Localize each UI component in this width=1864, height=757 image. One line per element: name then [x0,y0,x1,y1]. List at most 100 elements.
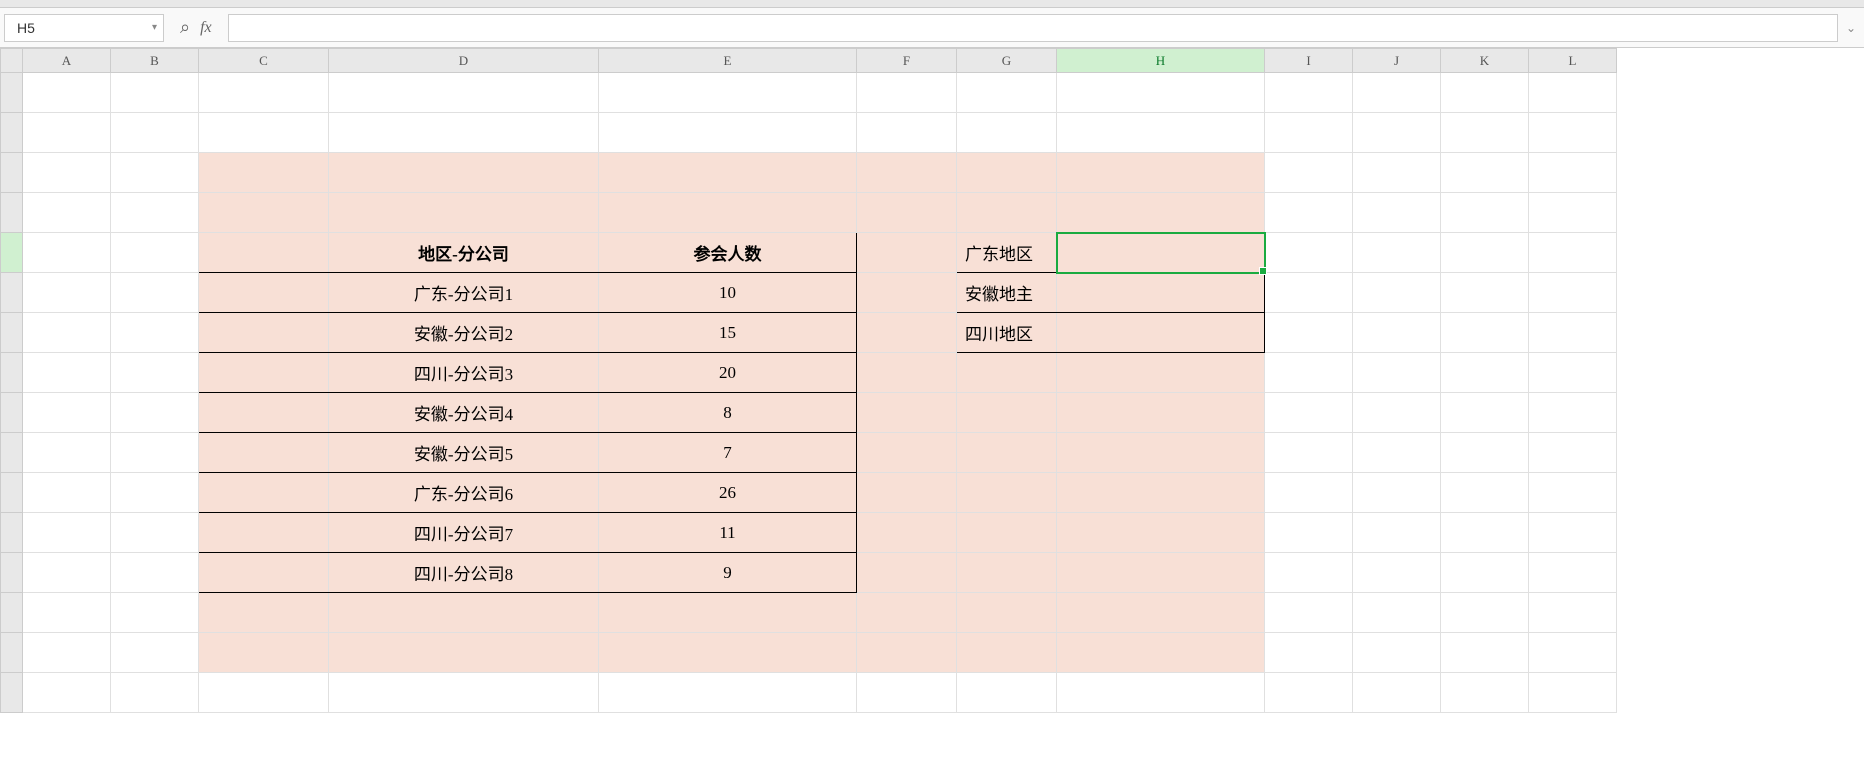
cell-L9[interactable] [1529,393,1617,433]
cell-C16[interactable] [199,673,329,713]
cell-G10[interactable] [957,433,1057,473]
cell-C6[interactable] [199,273,329,313]
row-header[interactable] [1,553,23,593]
cell-C7[interactable] [199,313,329,353]
col-header-c[interactable]: C [199,49,329,73]
cell-J6[interactable] [1353,273,1441,313]
cell-I12[interactable] [1265,513,1353,553]
cell-G16[interactable] [957,673,1057,713]
cell-F11[interactable] [857,473,957,513]
cell-E3[interactable] [599,153,857,193]
cell-A5[interactable] [23,233,111,273]
cell-L4[interactable] [1529,193,1617,233]
col-header-g[interactable]: G [957,49,1057,73]
cell-G2[interactable] [957,113,1057,153]
cell-B13[interactable] [111,553,199,593]
cell-G13[interactable] [957,553,1057,593]
cell-F10[interactable] [857,433,957,473]
cell-F2[interactable] [857,113,957,153]
cell-C1[interactable] [199,73,329,113]
row-header[interactable] [1,393,23,433]
row-header[interactable] [1,193,23,233]
cell-K11[interactable] [1441,473,1529,513]
col-header-f[interactable]: F [857,49,957,73]
cell-D7[interactable]: 安徽-分公司2 [329,313,599,353]
cell-L16[interactable] [1529,673,1617,713]
cell-D2[interactable] [329,113,599,153]
cell-B12[interactable] [111,513,199,553]
cell-E14[interactable] [599,593,857,633]
cell-E1[interactable] [599,73,857,113]
cell-D16[interactable] [329,673,599,713]
cell-C4[interactable] [199,193,329,233]
cell-B16[interactable] [111,673,199,713]
cell-F13[interactable] [857,553,957,593]
cell-C3[interactable] [199,153,329,193]
cell-G14[interactable] [957,593,1057,633]
cell-D9[interactable]: 安徽-分公司4 [329,393,599,433]
cell-G3[interactable] [957,153,1057,193]
cell-A10[interactable] [23,433,111,473]
search-icon[interactable]: ⌕ [180,17,190,38]
row-header[interactable] [1,513,23,553]
cell-A15[interactable] [23,633,111,673]
cell-B6[interactable] [111,273,199,313]
cell-F5[interactable] [857,233,957,273]
cell-E11[interactable]: 26 [599,473,857,513]
cell-I14[interactable] [1265,593,1353,633]
cell-C2[interactable] [199,113,329,153]
cell-A8[interactable] [23,353,111,393]
cell-K15[interactable] [1441,633,1529,673]
cell-F15[interactable] [857,633,957,673]
cell-J11[interactable] [1353,473,1441,513]
cell-K2[interactable] [1441,113,1529,153]
cell-J1[interactable] [1353,73,1441,113]
cell-C15[interactable] [199,633,329,673]
cell-L11[interactable] [1529,473,1617,513]
cell-K12[interactable] [1441,513,1529,553]
cell-L2[interactable] [1529,113,1617,153]
formula-input[interactable] [228,14,1838,42]
cell-J2[interactable] [1353,113,1441,153]
cell-C10[interactable] [199,433,329,473]
cell-C14[interactable] [199,593,329,633]
cell-E16[interactable] [599,673,857,713]
cell-E8[interactable]: 20 [599,353,857,393]
cell-L5[interactable] [1529,233,1617,273]
row-header[interactable] [1,273,23,313]
row-header[interactable] [1,113,23,153]
cell-D5[interactable]: 地区-分公司 [329,233,599,273]
col-header-a[interactable]: A [23,49,111,73]
cell-J3[interactable] [1353,153,1441,193]
cell-E7[interactable]: 15 [599,313,857,353]
row-header[interactable] [1,593,23,633]
cell-D15[interactable] [329,633,599,673]
row-header[interactable] [1,353,23,393]
cell-G5[interactable]: 广东地区 [957,233,1057,273]
cell-G8[interactable] [957,353,1057,393]
cell-F4[interactable] [857,193,957,233]
cell-A4[interactable] [23,193,111,233]
cell-E6[interactable]: 10 [599,273,857,313]
cell-B1[interactable] [111,73,199,113]
cell-J8[interactable] [1353,353,1441,393]
row-header[interactable] [1,233,23,273]
col-header-b[interactable]: B [111,49,199,73]
cell-J7[interactable] [1353,313,1441,353]
cell-D12[interactable]: 四川-分公司7 [329,513,599,553]
cell-E2[interactable] [599,113,857,153]
cell-I2[interactable] [1265,113,1353,153]
cell-K8[interactable] [1441,353,1529,393]
name-box-dropdown-icon[interactable]: ▾ [152,22,157,33]
cell-B7[interactable] [111,313,199,353]
cell-D1[interactable] [329,73,599,113]
cell-A1[interactable] [23,73,111,113]
cell-L6[interactable] [1529,273,1617,313]
cell-D3[interactable] [329,153,599,193]
cell-H14[interactable] [1057,593,1265,633]
cell-I11[interactable] [1265,473,1353,513]
sheet-grid[interactable]: A B C D E F G H I J K L 地区-分公司参会人数广东地区广东… [0,48,1864,757]
cell-H5[interactable] [1057,233,1265,273]
cell-E5[interactable]: 参会人数 [599,233,857,273]
col-header-d[interactable]: D [329,49,599,73]
